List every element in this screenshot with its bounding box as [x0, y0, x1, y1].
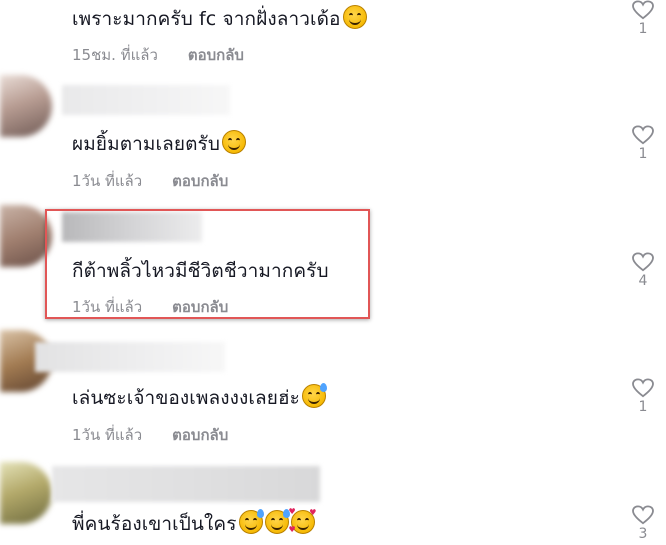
- comment-text: กีต้าพลิ้วไหวมีชีวิตชีวามากครับ: [72, 260, 329, 282]
- username-blurred[interactable]: [35, 342, 225, 372]
- like-count: 3: [638, 526, 648, 542]
- comment-text: เพราะมากครับ fc จากฝั่งลาวเด้อ: [72, 5, 367, 32]
- heart-icon: [632, 0, 654, 20]
- avatar[interactable]: [0, 75, 52, 137]
- comment-meta: 1วัน ที่แล้ว ตอบกลับ: [72, 171, 228, 191]
- comment-meta: 1วัน ที่แล้ว ตอบกลับ: [72, 297, 228, 317]
- grinning-sweat-icon: [301, 383, 327, 408]
- like-button[interactable]: 1: [628, 125, 658, 163]
- comment-text: พี่คนร้องเขาเป็นใคร ♥ ♥ ♥: [72, 507, 317, 536]
- comment-time: 15ชม. ที่แล้ว: [72, 46, 158, 64]
- comment-time: 1วัน ที่แล้ว: [72, 426, 143, 444]
- avatar[interactable]: [0, 205, 52, 267]
- grinning-sweat-icon: [264, 509, 290, 534]
- comment-time: 1วัน ที่แล้ว: [72, 298, 143, 316]
- reply-button[interactable]: ตอบกลับ: [188, 46, 244, 64]
- like-button[interactable]: 1: [628, 378, 658, 416]
- reply-button[interactable]: ตอบกลับ: [172, 172, 228, 190]
- like-count: 1: [638, 21, 648, 37]
- grinning-sweat-icon: [238, 509, 264, 534]
- reply-button[interactable]: ตอบกลับ: [172, 298, 228, 316]
- username-blurred[interactable]: [62, 85, 230, 115]
- smiling-face-icon: [342, 5, 367, 29]
- heart-icon: [632, 378, 654, 398]
- comment-meta: 1วัน ที่แล้ว ตอบกลับ: [72, 425, 228, 445]
- comment-meta: 15ชม. ที่แล้ว ตอบกลับ: [72, 45, 244, 65]
- like-button[interactable]: 3: [628, 505, 658, 543]
- username-blurred[interactable]: [52, 466, 320, 502]
- like-count: 1: [638, 146, 648, 162]
- smiling-face-icon: [222, 130, 247, 154]
- like-count: 4: [638, 273, 648, 289]
- comment-time: 1วัน ที่แล้ว: [72, 172, 143, 190]
- smiling-hearts-icon: ♥ ♥ ♥: [288, 507, 317, 534]
- avatar[interactable]: [0, 462, 52, 524]
- like-button[interactable]: 1: [628, 0, 658, 38]
- heart-icon: [632, 505, 654, 525]
- like-button[interactable]: 4: [628, 252, 658, 290]
- heart-icon: [632, 125, 654, 145]
- username-blurred[interactable]: [62, 212, 202, 242]
- comment-text: เล่นซะเจ้าของเพลงงงเลยฮ่ะ: [72, 383, 327, 411]
- reply-button[interactable]: ตอบกลับ: [172, 426, 228, 444]
- heart-icon: [632, 252, 654, 272]
- comment-text: ผมยิ้มตามเลยตรับ: [72, 130, 247, 157]
- like-count: 1: [638, 399, 648, 415]
